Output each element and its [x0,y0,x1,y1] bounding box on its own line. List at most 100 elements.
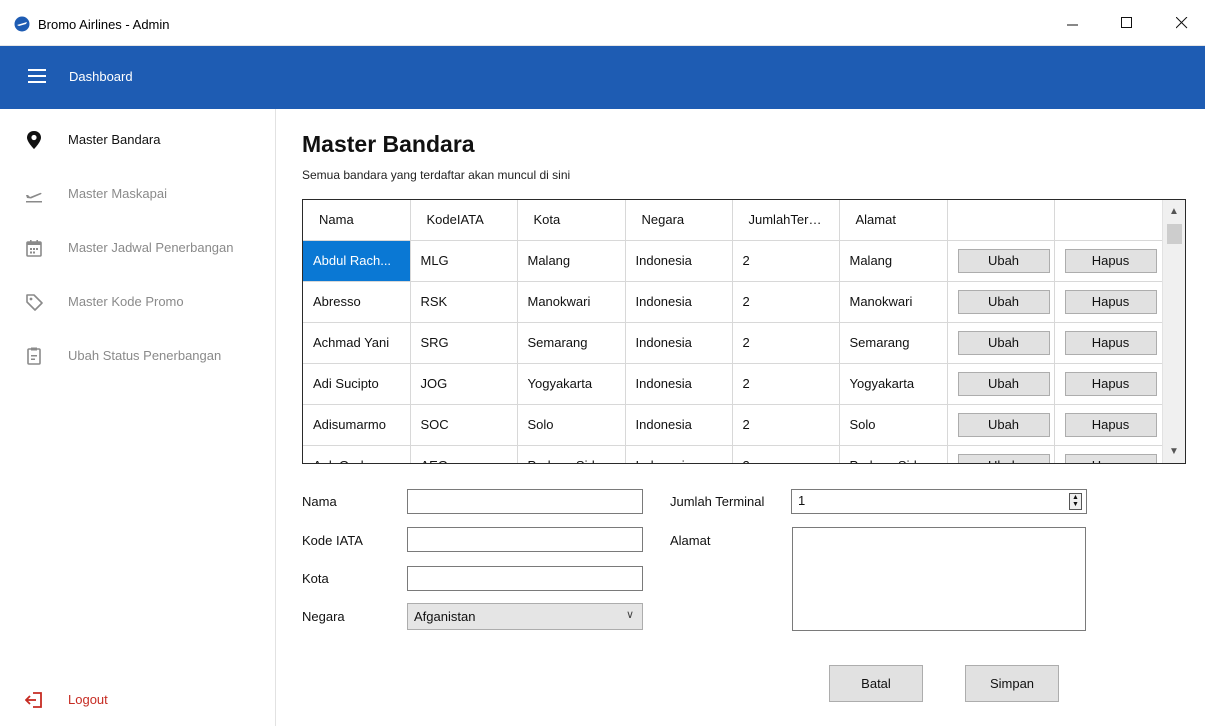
column-header[interactable]: JumlahTermin [732,200,840,241]
sidebar-item-master-kode-promo[interactable]: Master Kode Promo [0,288,275,318]
cell-hapus: Hapus [1054,363,1163,405]
close-icon [1176,17,1188,29]
column-header [947,200,1055,241]
close-button[interactable] [1159,0,1205,46]
cell-jumlah[interactable]: 2 [732,281,840,323]
cell-kota[interactable]: Malang [517,240,626,282]
cell-negara[interactable]: Indonesia [625,404,733,446]
cell-negara[interactable]: Indonesia [625,281,733,323]
cell-nama[interactable]: Achmad Yani [303,322,411,364]
cell-negara[interactable]: Indonesia [625,240,733,282]
delete-button[interactable]: Hapus [1064,412,1157,437]
page-title: Master Bandara [302,131,475,157]
cell-hapus: Hapus [1054,240,1163,282]
cell-jumlah[interactable]: 2 [732,322,840,364]
nama-input[interactable] [407,489,643,514]
delete-button[interactable]: Hapus [1064,371,1157,396]
cell-nama[interactable]: Abdul Rach... [303,240,411,282]
table-vertical-scrollbar[interactable]: ▲ ▼ [1162,200,1185,463]
cell-kota[interactable]: Semarang [517,322,626,364]
jumlah-terminal-stepper[interactable]: 1 ▲ ▼ [791,489,1087,514]
scroll-down-icon[interactable]: ▼ [1169,446,1179,457]
cell-alamat[interactable]: Malang [839,240,948,282]
jumlah-terminal-value: 1 [798,493,806,508]
edit-button[interactable]: Ubah [957,248,1050,273]
edit-button[interactable]: Ubah [957,412,1050,437]
cell-alamat[interactable]: Manokwari [839,281,948,323]
edit-button[interactable]: Ubah [957,289,1050,314]
cell-nama[interactable]: Adi Sucipto [303,363,411,405]
cell-kode[interactable]: RSK [410,281,518,323]
maximize-button[interactable] [1104,0,1150,46]
cell-kode[interactable]: AEG [410,445,518,463]
scroll-up-icon[interactable]: ▲ [1169,206,1179,217]
cell-negara[interactable]: Indonesia [625,445,733,463]
cell-negara[interactable]: Indonesia [625,322,733,364]
kode-iata-input[interactable] [407,527,643,552]
scrollbar-thumb[interactable] [1167,224,1182,244]
cell-nama[interactable]: Aek Godang [303,445,411,463]
cell-jumlah[interactable]: 2 [732,240,840,282]
kota-input[interactable] [407,566,643,591]
table-row[interactable]: Abresso RSK Manokwari Indonesia 2 Manokw… [303,281,1163,323]
dashboard-link[interactable]: Dashboard [69,69,133,84]
delete-button[interactable]: Hapus [1064,289,1157,314]
negara-select[interactable]: Afganistan ∨ [407,603,643,630]
cell-alamat[interactable]: Solo [839,404,948,446]
cell-kota[interactable]: Yogyakarta [517,363,626,405]
delete-button[interactable]: Hapus [1064,330,1157,355]
table-row[interactable]: Aek Godang AEG Padang Sid... Indonesia 2… [303,445,1163,463]
cell-jumlah[interactable]: 2 [732,445,840,463]
simpan-button[interactable]: Simpan [965,665,1059,702]
column-header[interactable]: Alamat [839,200,948,241]
column-header[interactable]: Negara [625,200,733,241]
sidebar-item-master-jadwal[interactable]: Master Jadwal Penerbangan [0,234,275,264]
table-row[interactable]: Abdul Rach... MLG Malang Indonesia 2 Mal… [303,240,1163,282]
cell-kode[interactable]: SRG [410,322,518,364]
app-header: Dashboard [0,46,1205,109]
cell-negara[interactable]: Indonesia [625,363,733,405]
cell-hapus: Hapus [1054,281,1163,323]
hamburger-menu-icon[interactable] [28,68,46,84]
logout-button[interactable]: Logout [0,686,275,716]
cell-ubah: Ubah [947,281,1055,323]
delete-button[interactable]: Hapus [1064,453,1157,463]
minimize-button[interactable] [1050,0,1096,46]
column-header [1054,200,1163,241]
cell-alamat[interactable]: Yogyakarta [839,363,948,405]
sidebar-item-master-maskapai[interactable]: Master Maskapai [0,180,275,210]
cell-ubah: Ubah [947,363,1055,405]
cell-jumlah[interactable]: 2 [732,404,840,446]
table-row[interactable]: Achmad Yani SRG Semarang Indonesia 2 Sem… [303,322,1163,364]
edit-button[interactable]: Ubah [957,453,1050,463]
minimize-icon [1067,24,1078,26]
alamat-textarea[interactable] [792,527,1086,631]
cell-kota[interactable]: Manokwari [517,281,626,323]
sidebar: Master Bandara Master Maskapai Master Ja… [0,109,276,726]
sidebar-item-master-bandara[interactable]: Master Bandara [0,126,275,156]
cell-kota[interactable]: Padang Sid... [517,445,626,463]
cell-kode[interactable]: JOG [410,363,518,405]
table-row[interactable]: Adisumarmo SOC Solo Indonesia 2 Solo Uba… [303,404,1163,446]
sidebar-item-label: Master Maskapai [68,186,167,201]
delete-button[interactable]: Hapus [1064,248,1157,273]
edit-button[interactable]: Ubah [957,371,1050,396]
cell-alamat[interactable]: Padang Sid... [839,445,948,463]
sidebar-item-ubah-status[interactable]: Ubah Status Penerbangan [0,342,275,372]
kode-iata-label: Kode IATA [302,533,363,548]
cell-kode[interactable]: SOC [410,404,518,446]
stepper-arrows-icon[interactable]: ▲ ▼ [1069,493,1082,510]
table-row[interactable]: Adi Sucipto JOG Yogyakarta Indonesia 2 Y… [303,363,1163,405]
cell-jumlah[interactable]: 2 [732,363,840,405]
batal-button[interactable]: Batal [829,665,923,702]
cell-kota[interactable]: Solo [517,404,626,446]
cell-nama[interactable]: Adisumarmo [303,404,411,446]
column-header[interactable]: Kota [517,200,626,241]
cell-nama[interactable]: Abresso [303,281,411,323]
edit-button[interactable]: Ubah [957,330,1050,355]
cell-kode[interactable]: MLG [410,240,518,282]
column-header[interactable]: Nama [303,200,411,241]
cell-alamat[interactable]: Semarang [839,322,948,364]
column-header[interactable]: KodeIATA [410,200,518,241]
nama-label: Nama [302,494,337,509]
